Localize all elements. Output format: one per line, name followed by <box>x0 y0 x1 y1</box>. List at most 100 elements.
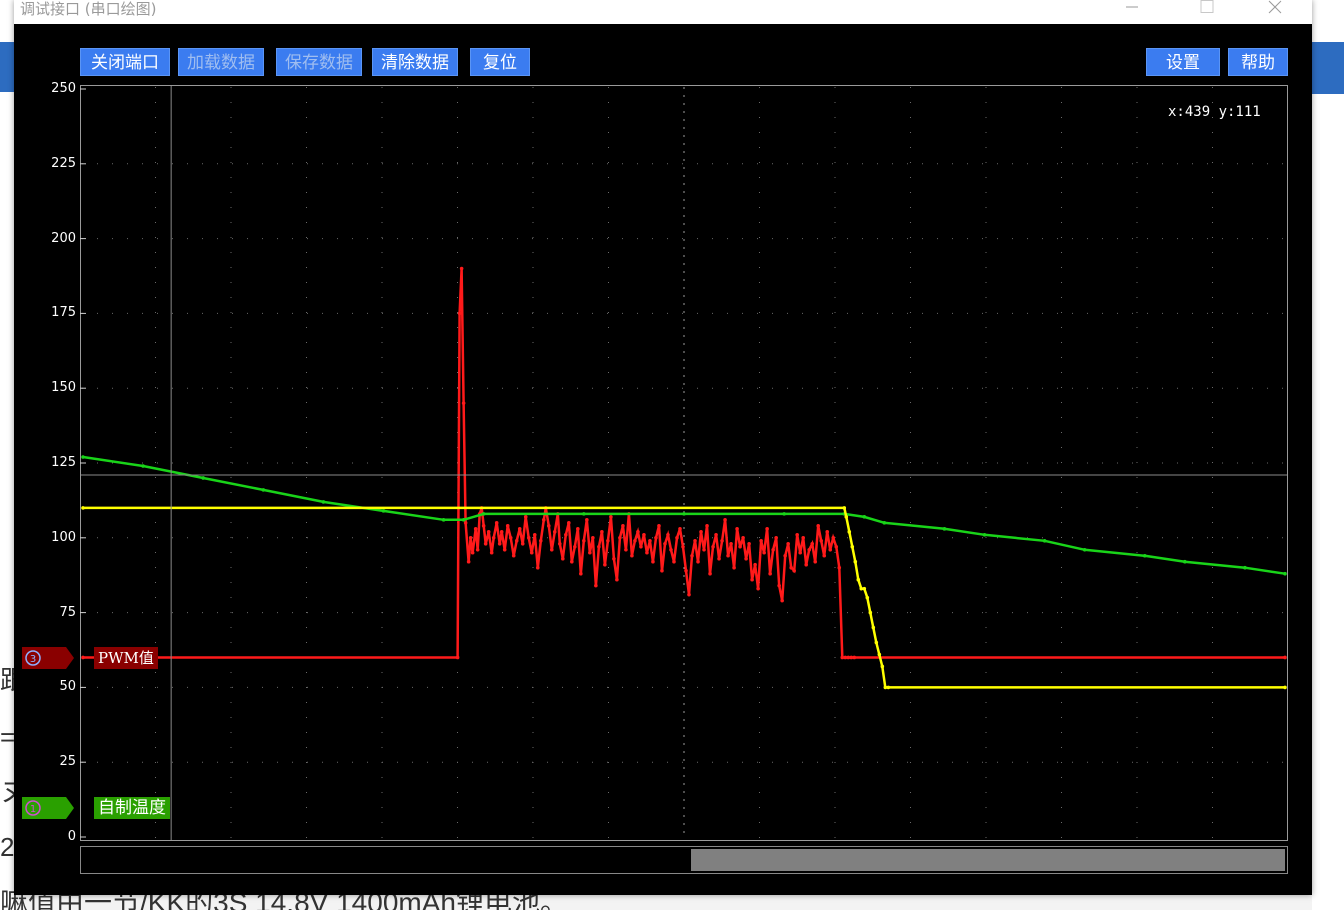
background-glyph: ヌ <box>0 777 14 807</box>
data-point-0 <box>648 538 652 543</box>
data-point-0 <box>741 536 745 540</box>
data-point-0 <box>669 547 673 552</box>
y-tick-label: 150 <box>51 380 76 396</box>
title-bar[interactable]: 调试接口 (串口绘图) <box>14 0 1312 24</box>
data-point-0 <box>81 655 85 660</box>
y-tick-label: 225 <box>51 155 76 171</box>
data-point-0 <box>552 530 557 534</box>
data-point-0 <box>780 598 784 603</box>
save-data-button[interactable]: 保存数据 <box>276 48 362 76</box>
data-point-0 <box>660 568 664 573</box>
data-point-0 <box>708 571 712 576</box>
data-point-2 <box>853 559 858 564</box>
data-point-0 <box>520 541 525 546</box>
data-point-0 <box>795 533 799 537</box>
data-point-1 <box>942 527 947 531</box>
y-tick-label: 0 <box>67 829 76 844</box>
data-point-0 <box>511 553 516 558</box>
data-point-2 <box>856 577 861 582</box>
data-point-0 <box>459 266 464 271</box>
data-point-1 <box>381 509 386 513</box>
data-point-0 <box>705 524 709 528</box>
series-line-2 <box>83 506 1285 689</box>
data-point-0 <box>621 524 625 528</box>
data-point-0 <box>475 547 480 552</box>
data-point-0 <box>470 550 475 555</box>
data-point-0 <box>532 533 537 537</box>
data-point-1 <box>1243 565 1247 570</box>
data-point-0 <box>726 553 730 558</box>
data-point-1 <box>141 464 145 468</box>
data-point-0 <box>678 527 682 531</box>
data-point-0 <box>852 655 857 660</box>
data-point-0 <box>597 544 601 549</box>
data-point-0 <box>666 533 670 537</box>
data-point-0 <box>546 524 551 528</box>
data-point-0 <box>663 541 667 546</box>
data-point-0 <box>567 521 571 525</box>
maximize-button[interactable] <box>1184 0 1230 24</box>
help-button[interactable]: 帮助 <box>1228 48 1288 76</box>
y-tick-label: 100 <box>51 529 76 545</box>
data-point-0 <box>517 527 522 531</box>
clear-data-button[interactable]: 清除数据 <box>372 48 458 76</box>
data-point-0 <box>687 592 691 597</box>
close-button[interactable] <box>1252 0 1298 24</box>
data-point-0 <box>576 527 580 531</box>
data-point-0 <box>483 541 488 546</box>
data-point-0 <box>693 538 697 543</box>
data-point-0 <box>783 553 787 558</box>
data-point-0 <box>720 538 724 543</box>
data-point-0 <box>699 530 703 534</box>
data-point-0 <box>789 565 793 570</box>
data-point-0 <box>645 550 649 555</box>
data-point-0 <box>651 559 655 564</box>
data-point-0 <box>535 565 540 570</box>
data-point-0 <box>804 562 809 567</box>
data-point-1 <box>481 512 486 516</box>
minimize-button[interactable] <box>1109 0 1155 24</box>
y-tick-label: 75 <box>59 604 76 620</box>
reset-button[interactable]: 复位 <box>470 48 530 76</box>
data-point-1 <box>441 518 446 522</box>
data-point-0 <box>801 536 805 540</box>
data-point-0 <box>750 577 754 582</box>
close-port-button[interactable]: 关闭端口 <box>80 48 170 76</box>
circle-1-icon: 1 <box>22 797 74 819</box>
y-tick-label: 125 <box>51 455 76 470</box>
y-tick-label: 200 <box>51 230 76 246</box>
data-point-0 <box>828 547 833 552</box>
data-point-0 <box>765 527 769 531</box>
data-point-0 <box>570 559 574 564</box>
data-point-0 <box>564 533 568 537</box>
load-data-button[interactable]: 加载数据 <box>178 48 264 76</box>
horizontal-scrollbar[interactable] <box>80 846 1288 874</box>
serial-plot-window: 调试接口 (串口绘图) 关闭端口 加载数据 保存数据 清除数据 复位 设置 帮助… <box>14 0 1312 895</box>
data-point-0 <box>573 544 577 549</box>
data-point-0 <box>468 536 473 540</box>
data-point-2 <box>850 544 855 549</box>
scrollbar-thumb[interactable] <box>691 849 1285 871</box>
data-point-0 <box>633 538 637 543</box>
data-point-0 <box>582 538 586 543</box>
background-tab-left <box>0 42 14 92</box>
data-point-0 <box>502 547 507 552</box>
data-point-0 <box>481 524 486 528</box>
data-point-0 <box>497 541 502 546</box>
data-point-2 <box>877 652 882 657</box>
background-glyph: 跟 <box>0 665 14 695</box>
data-point-2 <box>842 506 847 510</box>
plot-area[interactable] <box>80 85 1288 841</box>
data-point-0 <box>549 547 554 552</box>
data-point-1 <box>261 488 266 492</box>
data-point-0 <box>657 524 661 528</box>
data-point-2 <box>871 625 876 630</box>
data-point-0 <box>486 530 491 534</box>
data-point-0 <box>762 550 766 555</box>
data-point-0 <box>831 536 836 540</box>
settings-button[interactable]: 设置 <box>1146 48 1220 76</box>
chart-svg[interactable] <box>80 85 1288 841</box>
background-divider <box>1312 92 1344 94</box>
data-point-0 <box>457 311 462 316</box>
data-point-0 <box>825 530 830 534</box>
